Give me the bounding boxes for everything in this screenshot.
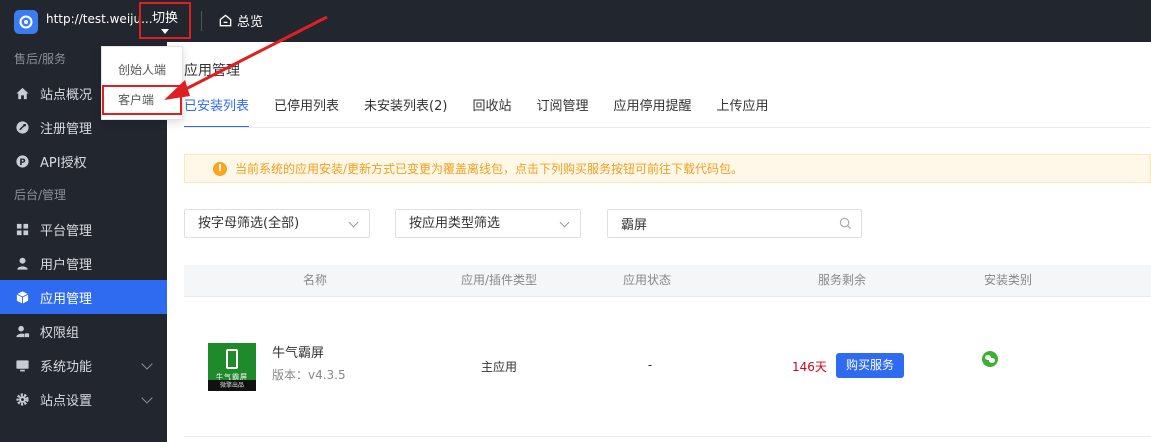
sidebar-item-label: 系统功能 <box>40 359 93 375</box>
register-icon <box>14 119 30 135</box>
user-icon <box>14 255 30 271</box>
buy-service-button[interactable]: 购买服务 <box>836 353 904 378</box>
chevron-down-icon <box>348 217 359 228</box>
column-header-remain: 服务剩余 <box>817 273 867 287</box>
search-input[interactable] <box>608 210 818 237</box>
tab-disable-reminder[interactable]: 应用停用提醒 <box>613 90 691 128</box>
user-lock-icon <box>14 323 30 339</box>
page-title: 应用管理 <box>184 63 240 79</box>
notice-banner: ! 当前系统的应用安装/更新方式已变更为覆盖离线包，点击下列购买服务按钮可前往下… <box>184 154 1151 183</box>
app-version: 版本：v4.3.5 <box>272 368 346 382</box>
sidebar-item-label: 注册管理 <box>40 121 93 137</box>
column-header-name: 名称 <box>302 273 328 287</box>
sidebar-item-label: 用户管理 <box>40 257 93 273</box>
app-logo-icon[interactable] <box>14 10 38 34</box>
row-divider <box>184 436 1151 437</box>
column-header-status: 应用状态 <box>622 273 672 287</box>
search-box <box>607 209 862 238</box>
sidebar-item-apps[interactable]: 应用管理 <box>0 280 167 314</box>
sidebar-item-label: 平台管理 <box>40 223 93 239</box>
chevron-down-icon <box>141 358 153 370</box>
sidebar-item-site-settings[interactable]: 站点设置 <box>0 382 167 416</box>
site-url[interactable]: http://test.weiju... <box>46 12 153 26</box>
phone-icon <box>226 348 238 369</box>
sidebar-item-permissions[interactable]: 权限组 <box>0 314 167 348</box>
monitor-icon <box>14 357 30 373</box>
app-icon-subcaption: 微擎出品 <box>208 380 256 391</box>
tab-bar: 已安装列表 已停用列表 未安装列表(2) 回收站 订阅管理 应用停用提醒 上传应… <box>184 90 794 128</box>
home-outline-icon <box>219 14 232 27</box>
tab-disabled[interactable]: 已停用列表 <box>274 90 339 128</box>
sidebar-item-users[interactable]: 用户管理 <box>0 246 167 280</box>
sidebar-item-platform[interactable]: 平台管理 <box>0 212 167 246</box>
service-remaining: 146天 <box>792 360 827 374</box>
app-thumbnail[interactable]: 牛气霸屏 微擎出品 <box>208 343 256 391</box>
tab-upload-app[interactable]: 上传应用 <box>717 90 769 128</box>
grid-icon <box>14 221 30 237</box>
svg-text:P: P <box>19 156 25 166</box>
home-icon <box>14 85 30 101</box>
overview-button[interactable]: 总览 <box>218 11 263 30</box>
sidebar-item-api[interactable]: P API授权 <box>0 144 167 178</box>
search-icon[interactable] <box>839 217 852 230</box>
chevron-down-icon <box>141 392 153 404</box>
sidebar-item-label: 站点设置 <box>40 393 93 409</box>
letter-filter-value: 按字母筛选(全部) <box>198 216 300 231</box>
divider <box>201 11 202 31</box>
tab-not-installed[interactable]: 未安装列表(2) <box>364 90 447 128</box>
sidebar-group-admin: 后台/管理 <box>14 188 67 202</box>
top-bar: http://test.weiju... 切换 总览 <box>0 0 1151 42</box>
switch-label: 切换 <box>151 11 178 26</box>
sidebar-item-label: 应用管理 <box>40 291 93 307</box>
column-header-type: 应用/插件类型 <box>460 273 538 287</box>
gear-icon <box>14 391 30 407</box>
sidebar-item-label: API授权 <box>40 155 87 171</box>
tab-subscriptions[interactable]: 订阅管理 <box>536 90 588 128</box>
menu-item-founder[interactable]: 创始人端 <box>102 55 182 85</box>
switch-button[interactable]: 切换 <box>139 2 191 39</box>
app-name[interactable]: 牛气霸屏 <box>272 342 324 361</box>
warning-icon: ! <box>213 162 227 176</box>
api-icon: P <box>14 153 30 169</box>
switch-dropdown-menu: 创始人端 客户端 <box>101 46 183 120</box>
letter-filter-select[interactable]: 按字母筛选(全部) <box>184 209 370 238</box>
type-filter-value: 按应用类型筛选 <box>409 216 501 231</box>
sidebar-item-label: 权限组 <box>40 325 80 341</box>
tab-divider <box>184 127 1151 128</box>
sidebar-item-system[interactable]: 系统功能 <box>0 348 167 382</box>
cube-icon <box>14 289 30 305</box>
app-status: - <box>647 358 653 372</box>
chevron-down-icon <box>559 217 570 228</box>
sidebar-item-label: 站点概况 <box>40 87 93 103</box>
menu-item-client[interactable]: 客户端 <box>102 85 182 115</box>
column-header-install-type: 安装类别 <box>983 273 1033 287</box>
wechat-icon <box>982 351 998 367</box>
tab-installed[interactable]: 已安装列表 <box>184 90 250 128</box>
app-type: 主应用 <box>480 360 518 374</box>
table-header: 名称 应用/插件类型 应用状态 服务剩余 安装类别 <box>184 265 1151 297</box>
tab-recycle-bin[interactable]: 回收站 <box>472 90 511 128</box>
notice-text: 当前系统的应用安装/更新方式已变更为覆盖离线包，点击下列购买服务按钮可前往下载代… <box>235 162 744 176</box>
type-filter-select[interactable]: 按应用类型筛选 <box>395 209 581 238</box>
overview-label: 总览 <box>237 15 264 30</box>
caret-down-icon <box>161 29 169 34</box>
